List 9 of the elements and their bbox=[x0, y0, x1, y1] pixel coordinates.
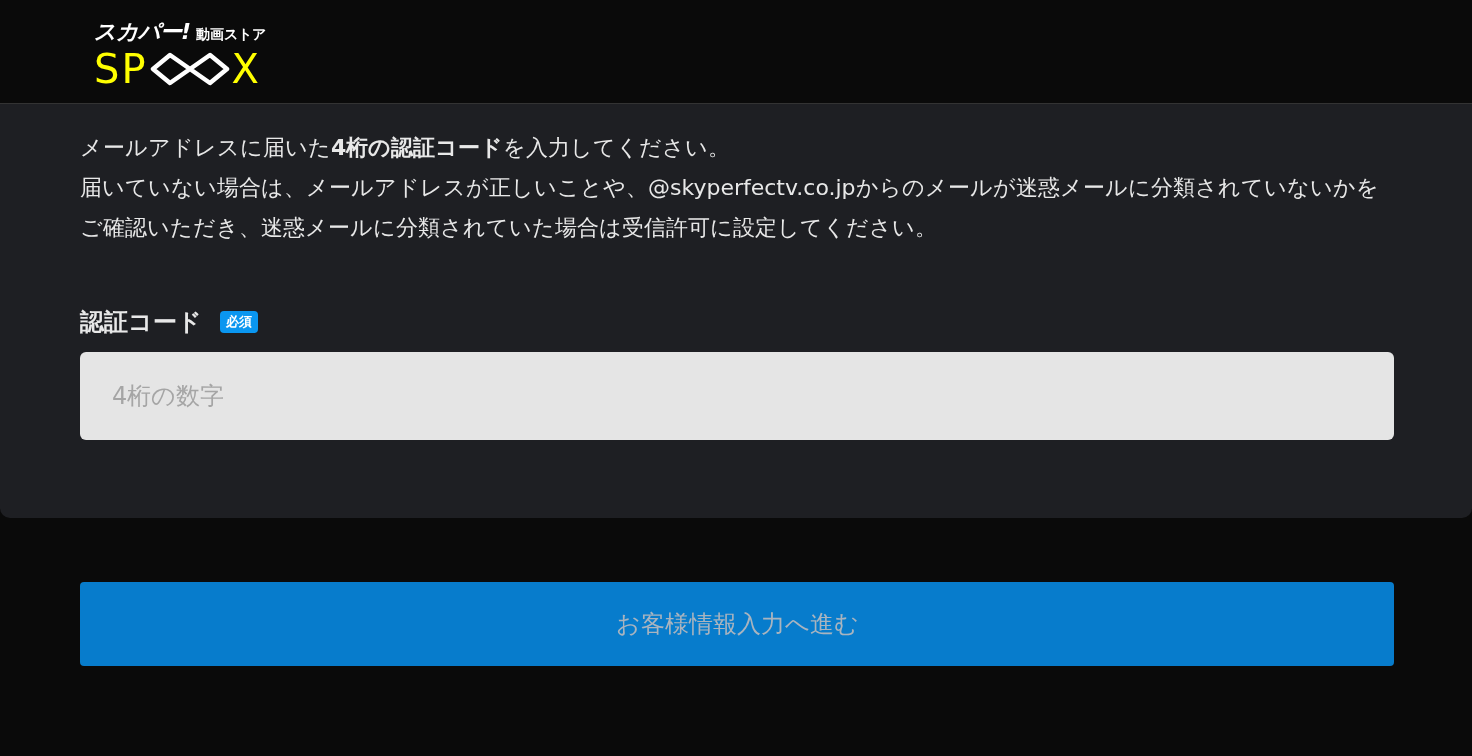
instruction-text: 届いていない場合は、メールアドレスが正しいことや、@skyperfectv.co.jpからのメールが迷惑メールに分類されていないかをご確認いただき、迷惑メールに分類されていた場合は受信許可に設定してください。 bbox=[80, 174, 1380, 242]
verification-code-field[interactable]: 4桁の数字 bbox=[80, 352, 1394, 440]
logo-wordmark-end: X bbox=[231, 48, 261, 89]
instruction-text: メールアドレスに届いた4桁の認証コードを入力してください。 bbox=[80, 134, 732, 162]
logo-wordmark-start: SP bbox=[94, 48, 148, 89]
logo-subtitle: 動画ストア bbox=[196, 25, 267, 44]
required-badge: 必須 bbox=[220, 311, 258, 333]
field-label: 認証コード bbox=[80, 307, 202, 338]
logo-brand-text: スカパー! bbox=[94, 17, 191, 46]
